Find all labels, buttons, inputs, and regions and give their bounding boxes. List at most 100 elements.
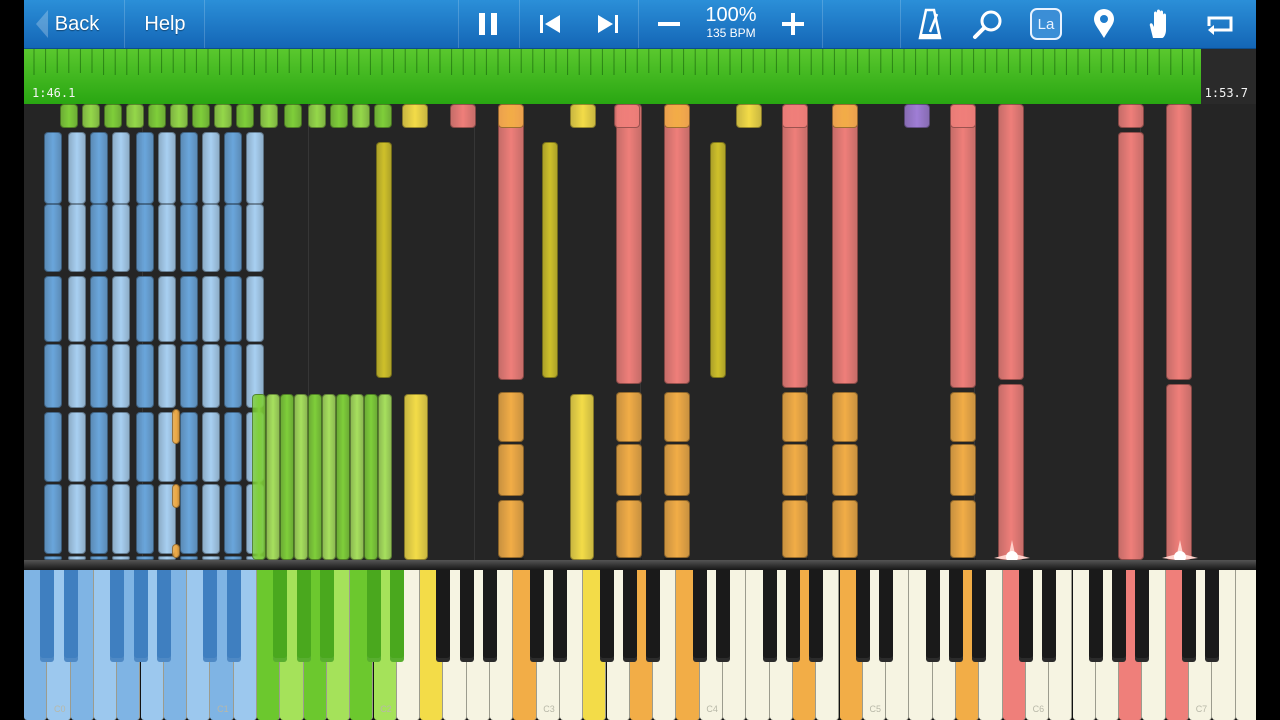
falling-note [172, 484, 180, 508]
falling-note [90, 412, 108, 482]
falling-note [832, 444, 858, 496]
black-key[interactable] [1042, 570, 1057, 662]
black-key[interactable] [1135, 570, 1150, 662]
black-key[interactable] [879, 570, 894, 662]
octave-label: C7 [1195, 704, 1208, 714]
zoom-button[interactable] [962, 0, 1014, 48]
black-key[interactable] [646, 570, 661, 662]
octave-label: C3 [543, 704, 555, 714]
white-key[interactable] [1235, 570, 1256, 720]
black-key[interactable] [366, 570, 381, 662]
falling-note [782, 500, 808, 558]
falling-note [950, 444, 976, 496]
falling-note [192, 104, 210, 128]
falling-note [158, 204, 176, 272]
black-key[interactable] [925, 570, 940, 662]
keyboard-divider [24, 560, 1256, 570]
falling-note [832, 104, 858, 128]
black-key[interactable] [483, 570, 497, 662]
falling-note [202, 204, 220, 272]
black-key[interactable] [319, 570, 334, 662]
back-button-label: Back [54, 12, 100, 35]
black-key[interactable] [203, 570, 218, 662]
black-key[interactable] [599, 570, 614, 662]
falling-note [224, 276, 242, 342]
black-key[interactable] [459, 570, 474, 662]
black-key[interactable] [785, 570, 800, 662]
black-key[interactable] [949, 570, 963, 662]
black-key[interactable] [296, 570, 311, 662]
toolbar-separator [519, 0, 520, 48]
black-key[interactable] [622, 570, 637, 662]
falling-note [180, 412, 198, 482]
skip-back-button[interactable] [522, 0, 578, 48]
help-button[interactable]: Help [128, 0, 202, 48]
octave-label: C0 [54, 704, 66, 714]
black-key[interactable] [389, 570, 404, 662]
falling-note [82, 104, 100, 128]
black-key[interactable] [133, 570, 148, 662]
skip-forward-button[interactable] [580, 0, 636, 48]
marker-button[interactable] [1078, 0, 1130, 48]
falling-note [1166, 104, 1192, 380]
black-key[interactable] [436, 570, 451, 662]
note-labels-icon: La [1030, 8, 1062, 40]
hand-selection-button[interactable] [1134, 0, 1186, 48]
falling-note [224, 132, 242, 204]
black-key[interactable] [1088, 570, 1103, 662]
toolbar-separator [124, 0, 125, 48]
black-key[interactable] [855, 570, 870, 662]
falling-note [202, 132, 220, 204]
black-key[interactable] [972, 570, 987, 662]
falling-note [90, 132, 108, 204]
falling-note [832, 500, 858, 558]
black-key[interactable] [226, 570, 241, 662]
black-key[interactable] [552, 570, 567, 662]
pause-button[interactable] [460, 0, 516, 48]
tempo-decrease-button[interactable] [642, 0, 696, 48]
octave-label: C4 [706, 704, 718, 714]
black-key[interactable] [529, 570, 544, 662]
black-key[interactable] [1018, 570, 1033, 662]
metronome-button[interactable] [904, 0, 956, 48]
black-key[interactable] [63, 570, 78, 662]
tempo-increase-button[interactable] [766, 0, 820, 48]
pause-icon [479, 13, 497, 35]
tempo-bpm: 135 BPM [706, 26, 756, 40]
falling-note [112, 344, 130, 408]
toolbar-separator [822, 0, 823, 48]
progress-measure-ticks [33, 49, 1195, 75]
piano-keyboard[interactable]: C0 C1 C2 C3 C4 C5 C6 C7 [24, 570, 1256, 720]
back-arrow-icon [36, 10, 48, 38]
falling-note [498, 392, 524, 442]
black-key[interactable] [692, 570, 707, 662]
note-labels-button[interactable]: La [1020, 0, 1072, 48]
black-key[interactable] [110, 570, 125, 662]
black-key[interactable] [809, 570, 824, 662]
song-progress-bar[interactable]: 1:46.1 1:53.7 [24, 49, 1256, 104]
back-button[interactable]: Back [32, 0, 122, 48]
falling-note [202, 412, 220, 482]
key-hit-spark [994, 540, 1030, 560]
note-labels-text: La [1037, 15, 1055, 33]
black-key[interactable] [273, 570, 288, 662]
black-key[interactable] [1182, 570, 1196, 662]
marker-icon [1094, 9, 1114, 38]
falling-note [136, 344, 154, 408]
falling-note [158, 344, 176, 408]
black-key[interactable] [40, 570, 55, 662]
falling-note [498, 104, 524, 380]
falling-note [172, 544, 180, 558]
falling-note [616, 444, 642, 496]
falling-note [180, 204, 198, 272]
black-key[interactable] [156, 570, 171, 662]
black-key[interactable] [716, 570, 730, 662]
falling-note [664, 104, 690, 128]
black-key[interactable] [762, 570, 777, 662]
black-key[interactable] [1205, 570, 1220, 662]
falling-note [664, 392, 690, 442]
loop-button[interactable] [1192, 0, 1248, 48]
falling-note [336, 394, 350, 560]
black-key[interactable] [1112, 570, 1127, 662]
falling-note [136, 132, 154, 204]
